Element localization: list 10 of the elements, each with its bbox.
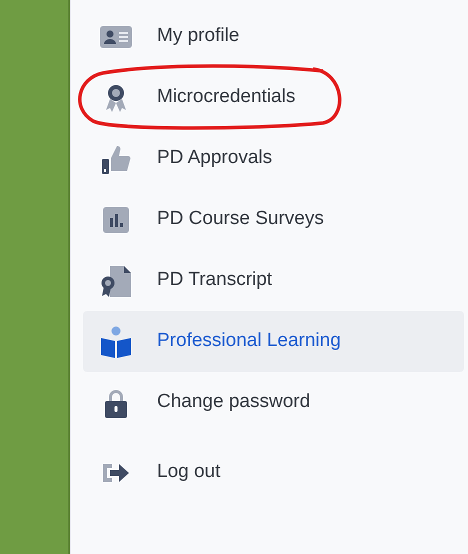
menu-item[interactable]: PD Transcript (83, 250, 464, 311)
menu-item[interactable]: My profile (83, 6, 464, 67)
reading-person-icon (99, 324, 133, 358)
menu-item[interactable]: Professional Learning (83, 311, 464, 372)
menu-item[interactable]: Change password (83, 372, 464, 433)
menu-item[interactable]: PD Course Surveys (83, 189, 464, 250)
menu-item[interactable]: Microcredentials (83, 67, 464, 128)
certificate-document-icon (99, 264, 133, 298)
menu-item[interactable]: PD Approvals (83, 128, 464, 189)
menu-item[interactable]: Log out (83, 442, 464, 503)
